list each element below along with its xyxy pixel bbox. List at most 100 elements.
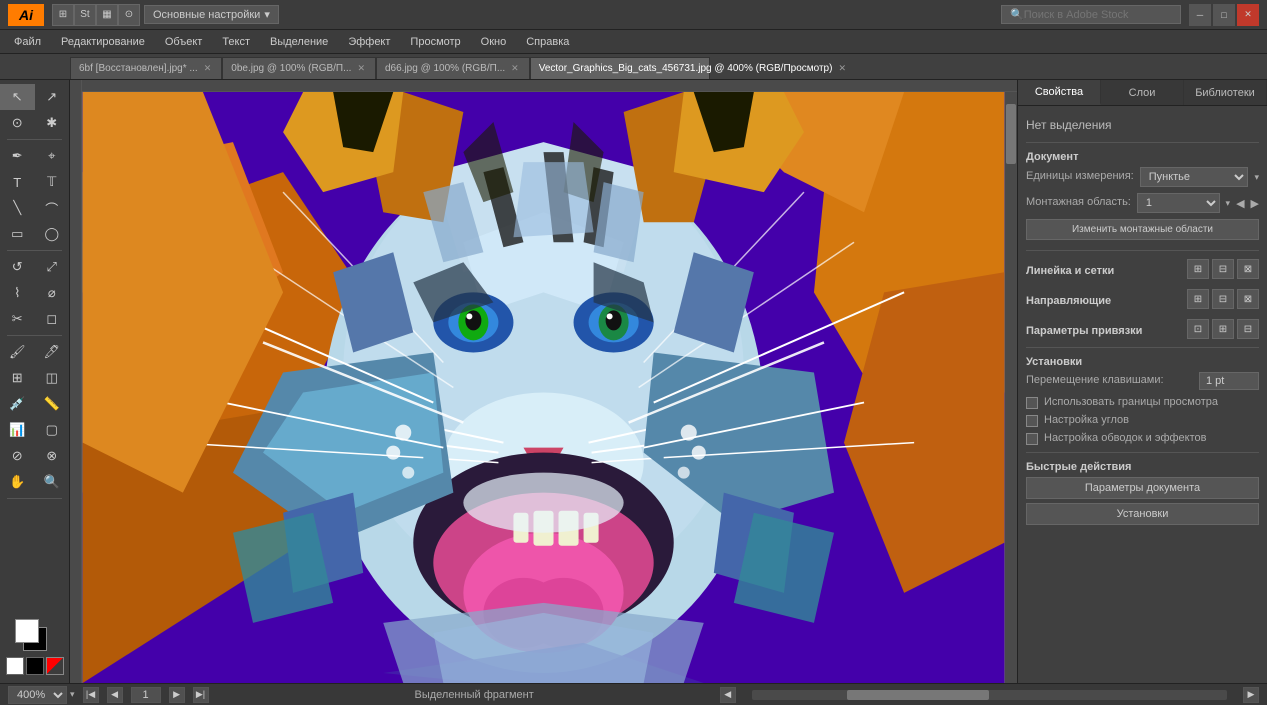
- close-tab-0[interactable]: ✕: [204, 63, 212, 74]
- title-tool-1[interactable]: ⊞: [52, 4, 74, 26]
- artwork-canvas[interactable]: [82, 92, 1005, 683]
- tab-1[interactable]: 0be.jpg @ 100% (RGB/П... ✕: [222, 57, 376, 79]
- minimize-button[interactable]: ─: [1189, 4, 1211, 26]
- panel-tab-layers[interactable]: Слои: [1101, 80, 1184, 105]
- tool-select[interactable]: ↖: [0, 84, 35, 110]
- ruler-icon-2[interactable]: ⊟: [1212, 259, 1234, 279]
- zoom-select[interactable]: 400% 100% 200% 50%: [8, 686, 67, 704]
- nav-prev-button[interactable]: ◀: [107, 687, 123, 703]
- tool-ellipse[interactable]: ◯: [35, 221, 70, 247]
- menu-select[interactable]: Выделение: [260, 34, 338, 50]
- menu-object[interactable]: Объект: [155, 34, 212, 50]
- white-swatch[interactable]: [6, 657, 24, 675]
- close-tab-3[interactable]: ✕: [838, 63, 846, 74]
- close-button[interactable]: ✕: [1237, 4, 1259, 26]
- tab-2[interactable]: d66.jpg @ 100% (RGB/П... ✕: [376, 57, 530, 79]
- panel-tab-libraries[interactable]: Библиотеки: [1184, 80, 1267, 105]
- title-tool-2[interactable]: St: [74, 4, 96, 26]
- tool-hand[interactable]: ✋: [0, 469, 35, 495]
- tool-direct-select[interactable]: ↗: [35, 84, 70, 110]
- units-select[interactable]: Пунктье Пикселы Миллиметры Сантиметры: [1140, 167, 1249, 187]
- tab-0[interactable]: 6bf [Восстановлен].jpg* ... ✕: [70, 57, 222, 79]
- snap-icon-2[interactable]: ⊞: [1212, 319, 1234, 339]
- v-scrollbar-thumb[interactable]: [1006, 104, 1016, 164]
- tool-lasso[interactable]: ⊙: [0, 110, 35, 136]
- tool-mesh[interactable]: ⊞: [0, 365, 35, 391]
- toolbar-divider-4: [7, 498, 62, 499]
- search-box[interactable]: 🔍: [1001, 5, 1181, 24]
- fill-swatch[interactable]: [15, 619, 39, 643]
- tool-magic-wand[interactable]: ✱: [35, 110, 70, 136]
- workspace-selector[interactable]: Основные настройки ▾: [144, 5, 279, 24]
- tool-curvature[interactable]: ⌖: [35, 143, 70, 169]
- tool-warp[interactable]: ⌀: [35, 280, 70, 306]
- tool-barchart[interactable]: 📊: [0, 417, 35, 443]
- menu-window[interactable]: Окно: [471, 34, 517, 50]
- tool-touch-type[interactable]: 𝕋: [35, 169, 70, 195]
- canvas-inner[interactable]: [82, 92, 1005, 683]
- close-tab-1[interactable]: ✕: [357, 63, 365, 74]
- artboard-next-icon[interactable]: ▶: [1251, 197, 1259, 210]
- tool-measure[interactable]: 📏: [35, 391, 70, 417]
- tool-gradient[interactable]: ◫: [35, 365, 70, 391]
- tool-zoom[interactable]: 🔍: [35, 469, 70, 495]
- tool-paintbrush[interactable]: 🖌: [0, 339, 35, 365]
- search-input[interactable]: [1024, 9, 1164, 21]
- guide-icon-1[interactable]: ⊞: [1187, 289, 1209, 309]
- tool-artboard[interactable]: ▢: [35, 417, 70, 443]
- guide-icon-3[interactable]: ⊠: [1237, 289, 1259, 309]
- snap-icon-3[interactable]: ⊟: [1237, 319, 1259, 339]
- tool-pen[interactable]: ✒: [0, 143, 35, 169]
- tool-blob[interactable]: 🖊: [35, 339, 70, 365]
- tool-rect[interactable]: ▭: [0, 221, 35, 247]
- page-number-input[interactable]: [131, 687, 161, 703]
- vertical-scrollbar[interactable]: [1005, 92, 1017, 683]
- status-prev-button[interactable]: ◀: [720, 687, 736, 703]
- black-swatch[interactable]: [26, 657, 44, 675]
- ruler-icon-1[interactable]: ⊞: [1187, 259, 1209, 279]
- doc-settings-button[interactable]: Параметры документа: [1026, 477, 1259, 499]
- tool-eraser[interactable]: ◻: [35, 306, 70, 332]
- tab-3[interactable]: Vector_Graphics_Big_cats_456731.jpg @ 40…: [530, 57, 710, 79]
- h-scrollbar-thumb[interactable]: [847, 690, 990, 700]
- nav-last-button[interactable]: ▶|: [193, 687, 209, 703]
- tool-rotate[interactable]: ↺: [0, 254, 35, 280]
- snap-icon-1[interactable]: ⊡: [1187, 319, 1209, 339]
- preferences-button[interactable]: Установки: [1026, 503, 1259, 525]
- status-next-button[interactable]: ▶: [1243, 687, 1259, 703]
- menu-text[interactable]: Текст: [212, 34, 260, 50]
- panel-tab-properties[interactable]: Свойства: [1018, 80, 1101, 105]
- fill-stroke-swatches[interactable]: [15, 619, 55, 655]
- guide-icon-2[interactable]: ⊟: [1212, 289, 1234, 309]
- cb-corner[interactable]: [1026, 415, 1038, 427]
- menu-file[interactable]: Файл: [4, 34, 51, 50]
- tool-scissors[interactable]: ✂: [0, 306, 35, 332]
- tool-slice2[interactable]: ⊗: [35, 443, 70, 469]
- tool-eyedropper[interactable]: 💉: [0, 391, 35, 417]
- artboard-prev-icon[interactable]: ◀: [1236, 197, 1244, 210]
- title-tool-3[interactable]: ▦: [96, 4, 118, 26]
- tool-scale[interactable]: ⤢: [35, 254, 70, 280]
- nav-next-button[interactable]: ▶: [169, 687, 185, 703]
- ruler-icon-3[interactable]: ⊠: [1237, 259, 1259, 279]
- menu-edit[interactable]: Редактирование: [51, 34, 155, 50]
- menu-help[interactable]: Справка: [516, 34, 579, 50]
- none-swatch[interactable]: [46, 657, 64, 675]
- tool-type[interactable]: T: [0, 169, 35, 195]
- horizontal-scrollbar[interactable]: [752, 690, 1227, 700]
- tool-slice[interactable]: ⊘: [0, 443, 35, 469]
- close-tab-2[interactable]: ✕: [511, 63, 519, 74]
- menu-view[interactable]: Просмотр: [400, 34, 470, 50]
- keyboard-move-input[interactable]: [1199, 372, 1259, 390]
- maximize-button[interactable]: □: [1213, 4, 1235, 26]
- artboard-select[interactable]: 1 2: [1137, 193, 1220, 213]
- menu-effect[interactable]: Эффект: [338, 34, 400, 50]
- change-artboard-button[interactable]: Изменить монтажные области: [1026, 219, 1259, 240]
- cb-view-bounds[interactable]: [1026, 397, 1038, 409]
- nav-first-button[interactable]: |◀: [83, 687, 99, 703]
- tool-line[interactable]: ╲: [0, 195, 35, 221]
- tool-reshape[interactable]: ⌇: [0, 280, 35, 306]
- title-tool-4[interactable]: ⊙: [118, 4, 140, 26]
- tool-arc[interactable]: ⌒: [35, 195, 70, 221]
- cb-stroke[interactable]: [1026, 433, 1038, 445]
